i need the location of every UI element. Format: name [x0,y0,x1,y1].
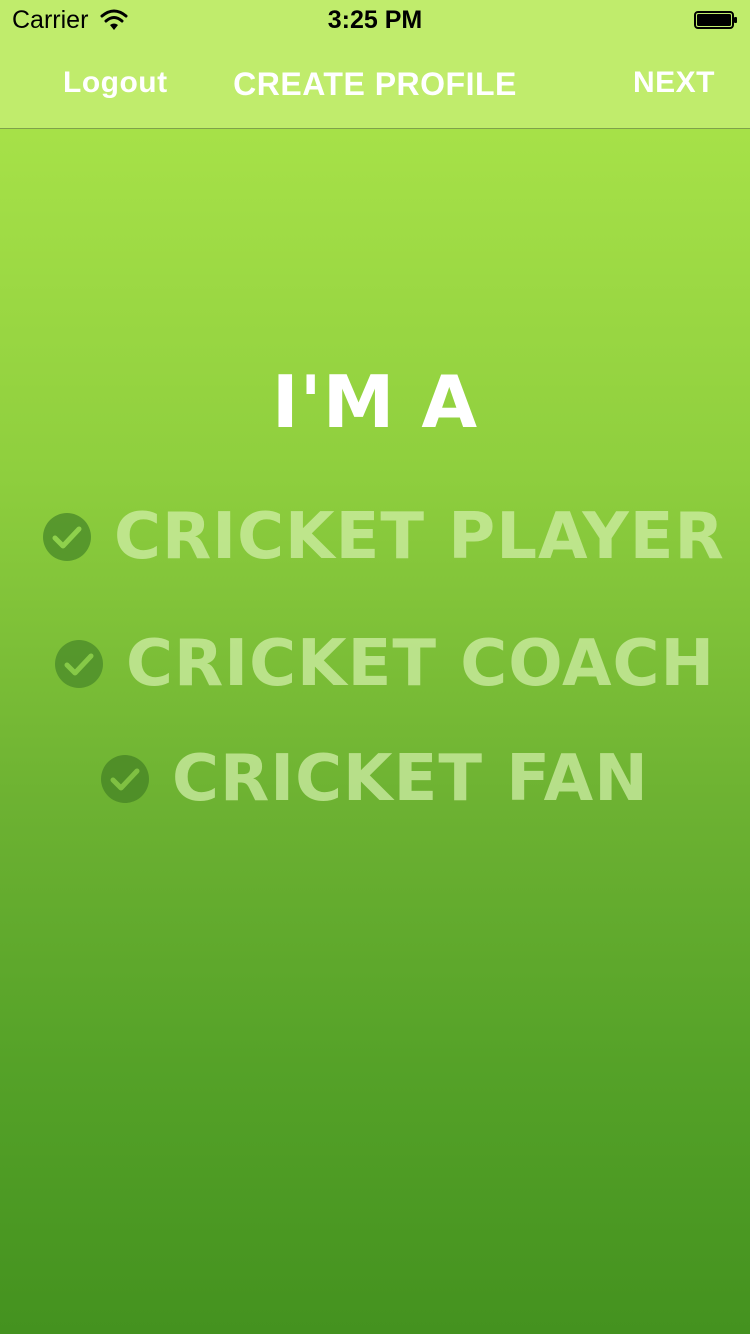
option-cricket-fan[interactable]: CRICKET FAN [100,742,649,816]
role-heading: I'M A [271,360,479,444]
nav-bar: Logout CREATE PROFILE NEXT [0,40,750,129]
option-cricket-player[interactable]: CRICKET PLAYER [42,500,725,574]
next-button[interactable]: NEXT [633,66,715,100]
option-cricket-coach[interactable]: CRICKET COACH [54,627,715,701]
check-circle-icon [55,640,103,688]
option-label: CRICKET PLAYER [114,500,725,574]
status-time: 3:25 PM [327,6,423,34]
status-bar: Carrier 3:25 PM [0,0,750,40]
option-label: CRICKET COACH [126,627,715,701]
check-circle-icon [43,513,91,561]
battery-icon [694,11,737,29]
option-label: CRICKET FAN [172,742,649,816]
check-circle-icon [101,755,149,803]
